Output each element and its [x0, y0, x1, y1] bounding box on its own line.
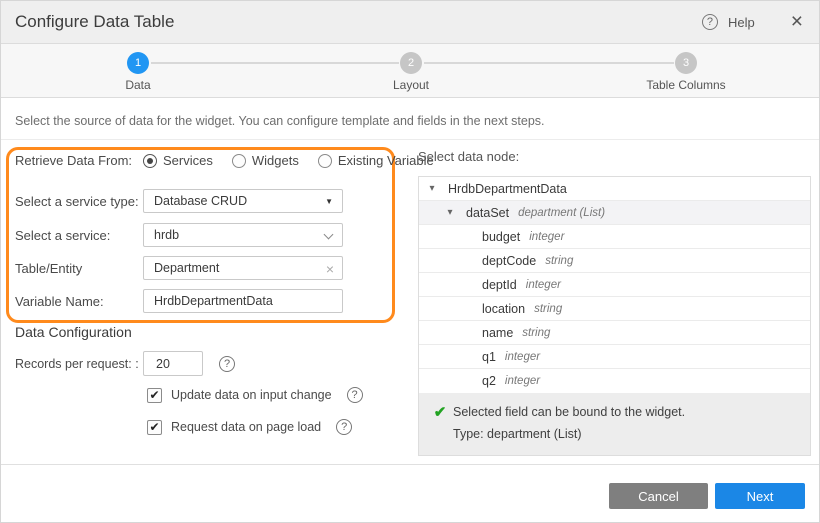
variable-name-input[interactable]: HrdbDepartmentData: [143, 289, 343, 313]
success-check-icon: ✔: [427, 401, 453, 445]
cancel-button[interactable]: Cancel: [609, 483, 708, 509]
step-3-label: Table Columns: [626, 78, 746, 92]
variable-name-value: HrdbDepartmentData: [154, 294, 273, 308]
description-text: Select the source of data for the widget…: [15, 114, 545, 128]
tree-row[interactable]: location string: [419, 297, 810, 321]
step-2-label: Layout: [351, 78, 471, 92]
radio-dot-icon: [232, 154, 246, 168]
radio-widgets[interactable]: Widgets: [232, 153, 299, 168]
radio-services-label: Services: [163, 153, 213, 168]
tree-row[interactable]: deptCode string: [419, 249, 810, 273]
tree-row[interactable]: ▾ HrdbDepartmentData: [419, 177, 810, 201]
service-label: Select a service:: [15, 228, 143, 243]
caret-down-icon: ▼: [325, 197, 333, 206]
data-configuration-heading: Data Configuration: [15, 324, 132, 340]
tree-node-name: q2: [482, 374, 496, 388]
tree-row[interactable]: name string: [419, 321, 810, 345]
step-connector-1: [151, 62, 399, 64]
request-data-checkbox-label: Request data on page load: [171, 420, 321, 434]
tree-node-name: dataSet: [466, 206, 509, 220]
service-value: hrdb: [154, 228, 179, 242]
step-connector-2: [424, 62, 674, 64]
chevron-down-icon: [324, 230, 334, 240]
records-help-icon[interactable]: ?: [219, 356, 235, 372]
records-per-request-input[interactable]: 20: [143, 351, 203, 376]
description-row: Select the source of data for the widget…: [1, 99, 819, 140]
caret-down-icon[interactable]: ▾: [443, 207, 457, 218]
close-icon[interactable]: ×: [791, 14, 803, 30]
tree-node-name: deptCode: [482, 254, 536, 268]
configure-data-table-dialog: Configure Data Table ? Help × 1 2 3 Data…: [0, 0, 820, 523]
radio-widgets-label: Widgets: [252, 153, 299, 168]
service-type-select[interactable]: Database CRUD ▼: [143, 189, 343, 213]
table-entity-row: Table/Entity Department ×: [15, 256, 343, 280]
caret-down-icon[interactable]: ▾: [425, 183, 439, 194]
tree-row[interactable]: budget integer: [419, 225, 810, 249]
records-per-request-label: Records per request: :: [15, 357, 143, 371]
tree-row[interactable]: deptId integer: [419, 273, 810, 297]
binding-message-line2: Type: department (List): [453, 423, 685, 445]
tree-node-type: integer: [529, 231, 564, 243]
step-1-label: Data: [78, 78, 198, 92]
service-type-row: Select a service type: Database CRUD ▼: [15, 189, 343, 213]
service-row: Select a service: hrdb: [15, 223, 343, 247]
tree-node-name: HrdbDepartmentData: [448, 182, 567, 196]
table-entity-label: Table/Entity: [15, 261, 143, 276]
data-node-tree: ▾ HrdbDepartmentData ▾ dataSet department (L…: [418, 176, 811, 456]
tree-node-type: department (List): [518, 207, 605, 219]
dialog-title: Configure Data Table: [15, 12, 702, 32]
tree-node-name: deptId: [482, 278, 517, 292]
retrieve-data-row: Retrieve Data From: Services Widgets Exi…: [15, 153, 434, 168]
tree-node-type: integer: [526, 279, 561, 291]
table-entity-value: Department: [154, 261, 219, 275]
service-type-value: Database CRUD: [154, 194, 247, 208]
step-2-circle[interactable]: 2: [400, 52, 422, 74]
dialog-titlebar: Configure Data Table ? Help ×: [1, 1, 819, 44]
radio-dot-icon: [143, 154, 157, 168]
request-data-help-icon[interactable]: ?: [336, 419, 352, 435]
update-data-help-icon[interactable]: ?: [347, 387, 363, 403]
select-data-node-heading: Select data node:: [418, 149, 519, 164]
tree-node-type: integer: [505, 351, 540, 363]
records-per-request-value: 20: [156, 357, 170, 371]
variable-name-label: Variable Name:: [15, 294, 143, 309]
tree-row[interactable]: q1 integer: [419, 345, 810, 369]
radio-services[interactable]: Services: [143, 153, 213, 168]
update-data-checkbox[interactable]: ✔: [147, 388, 162, 403]
clear-x-icon[interactable]: ×: [326, 261, 334, 277]
request-data-checkbox-row: ✔ Request data on page load ?: [147, 419, 352, 435]
tree-row[interactable]: ▾ dataSet department (List): [419, 201, 810, 225]
records-per-request-row: Records per request: : 20 ?: [15, 351, 235, 376]
tree-node-type: string: [534, 303, 562, 315]
request-data-checkbox[interactable]: ✔: [147, 420, 162, 435]
tree-node-name: name: [482, 326, 513, 340]
tree-node-type: string: [522, 327, 550, 339]
binding-message: ✔ Selected field can be bound to the wid…: [419, 393, 810, 455]
next-button[interactable]: Next: [715, 483, 805, 509]
radio-dot-icon: [318, 154, 332, 168]
dialog-footer: Cancel Next: [1, 464, 819, 523]
tree-node-name: budget: [482, 230, 520, 244]
tree-row[interactable]: q2 integer: [419, 369, 810, 393]
retrieve-data-label: Retrieve Data From:: [15, 153, 143, 168]
update-data-checkbox-label: Update data on input change: [171, 388, 332, 402]
tree-node-type: integer: [505, 375, 540, 387]
variable-name-row: Variable Name: HrdbDepartmentData: [15, 289, 343, 313]
table-entity-input[interactable]: Department ×: [143, 256, 343, 280]
retrieve-source-radio-group: Services Widgets Existing Variable: [143, 153, 434, 168]
step-1-circle[interactable]: 1: [127, 52, 149, 74]
tree-node-name: location: [482, 302, 525, 316]
radio-existing-variable[interactable]: Existing Variable: [318, 153, 434, 168]
service-type-label: Select a service type:: [15, 194, 143, 209]
tree-node-type: string: [545, 255, 573, 267]
step-3-circle[interactable]: 3: [675, 52, 697, 74]
service-select[interactable]: hrdb: [143, 223, 343, 247]
help-icon[interactable]: ?: [702, 14, 718, 30]
update-data-checkbox-row: ✔ Update data on input change ?: [147, 387, 363, 403]
tree-node-name: q1: [482, 350, 496, 364]
binding-message-line1: Selected field can be bound to the widge…: [453, 401, 685, 423]
dialog-content: Retrieve Data From: Services Widgets Exi…: [1, 140, 819, 464]
wizard-stepper: 1 2 3 Data Layout Table Columns: [1, 44, 819, 98]
help-link[interactable]: Help: [728, 15, 755, 30]
